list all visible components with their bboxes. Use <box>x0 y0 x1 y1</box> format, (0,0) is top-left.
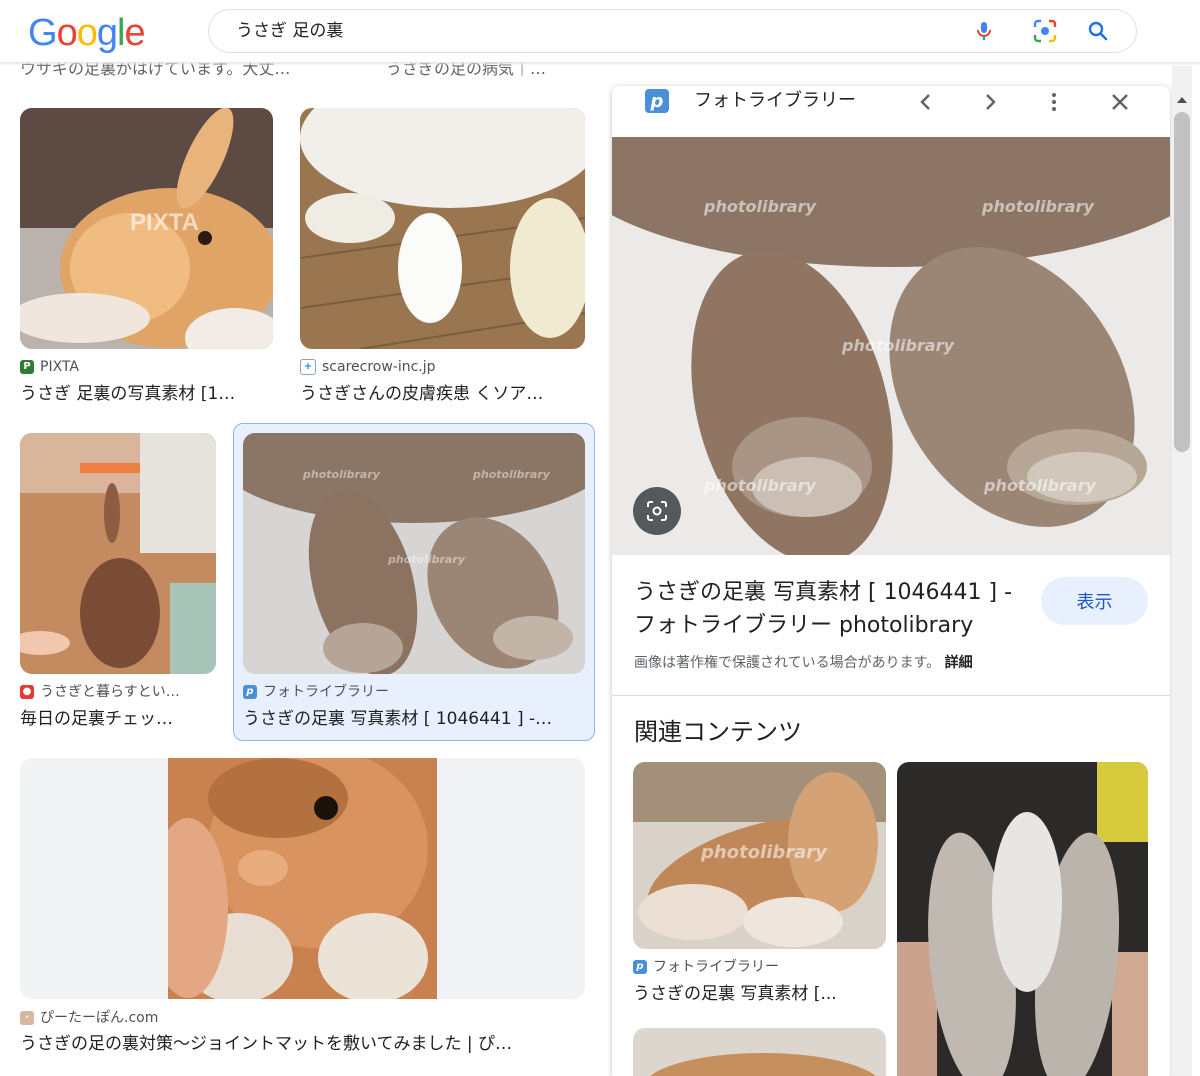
source-label: うさぎと暮らすとい… <box>40 684 180 700</box>
rabbit-photo <box>20 433 216 674</box>
related-source[interactable]: p フォトライブラリー <box>633 958 886 976</box>
watermark-text: photolibrary <box>704 476 816 495</box>
google-logo[interactable]: Google <box>28 10 146 56</box>
copyright-text: 画像は著作権で保護されている場合があります。 <box>634 655 941 671</box>
watermark-text: photolibrary <box>984 476 1096 495</box>
rabbit-photo: photolibrary photolibrary photolibrary <box>243 433 585 674</box>
result-thumbnail[interactable]: PIXTA <box>20 108 273 349</box>
source-label: フォトライブラリー <box>653 959 779 975</box>
image-preview-panel: p フォトライブラリー photolibrary photolibrary ph… <box>612 86 1170 1076</box>
scroll-up-icon[interactable] <box>1174 92 1190 108</box>
scrollbar-thumb[interactable] <box>1174 112 1190 452</box>
source-label: PIXTA <box>40 359 79 375</box>
search-icon[interactable] <box>1086 19 1110 43</box>
preview-title-line: フォトライブラリー photolibrary <box>634 613 974 638</box>
camera-lens-icon[interactable] <box>1032 18 1058 44</box>
photolibrary-favicon-icon: p <box>243 685 257 699</box>
rabbit-site-favicon-icon: ● <box>20 685 34 699</box>
rabbit-photo: PIXTA <box>20 108 273 349</box>
panel-source-label[interactable]: フォトライブラリー <box>694 89 856 113</box>
svg-text:photolibrary: photolibrary <box>302 468 381 481</box>
result-thumbnail[interactable] <box>300 108 585 349</box>
svg-text:PIXTA: PIXTA <box>130 209 199 236</box>
rabbit-photo <box>897 762 1148 1076</box>
related-thumbnail[interactable] <box>633 1028 886 1076</box>
result-thumbnail[interactable] <box>20 433 216 674</box>
photolibrary-favicon-icon: p <box>633 960 647 974</box>
logo-letter: G <box>28 12 58 54</box>
result-source[interactable]: ● うさぎと暮らすとい… <box>20 683 216 701</box>
scarecrow-favicon-icon: + <box>300 359 316 375</box>
pixta-favicon-icon: P <box>20 360 34 374</box>
mic-icon[interactable] <box>972 19 996 43</box>
search-box[interactable] <box>208 9 1137 53</box>
logo-letter: o <box>76 12 98 54</box>
result-title[interactable]: うさぎ 足裏の写真素材 [1… <box>20 382 273 406</box>
watermark-text: photolibrary <box>842 336 954 355</box>
logo-letter: e <box>124 12 145 54</box>
result-title[interactable]: うさぎの足裏 写真素材 [ 1046441 ] -… <box>243 707 585 731</box>
close-icon[interactable] <box>1108 90 1132 114</box>
related-heading: 関連コンテンツ <box>634 718 802 746</box>
logo-letter: l <box>116 12 126 54</box>
result-source[interactable]: P PIXTA <box>20 358 273 376</box>
lens-search-icon[interactable] <box>633 487 681 535</box>
watermark-text: photolibrary <box>704 197 816 216</box>
more-options-icon[interactable] <box>1042 90 1066 114</box>
svg-text:photolibrary: photolibrary <box>387 553 466 566</box>
next-icon[interactable] <box>978 90 1002 114</box>
related-thumbnail[interactable]: photolibrary <box>633 762 886 949</box>
logo-letter: g <box>96 12 118 54</box>
result-source[interactable]: · ぴーたーぽん.com <box>20 1009 585 1027</box>
details-link[interactable]: 詳細 <box>945 655 973 671</box>
panel-divider <box>612 695 1170 696</box>
result-source[interactable]: p フォトライブラリー <box>243 683 585 701</box>
header-divider <box>0 62 1200 66</box>
result-title[interactable]: 毎日の足裏チェッ… <box>20 707 216 731</box>
svg-text:photolibrary: photolibrary <box>472 468 551 481</box>
related-thumbnail[interactable] <box>897 762 1148 1076</box>
copyright-notice: 画像は著作権で保護されている場合があります。 詳細 <box>634 652 973 672</box>
search-input[interactable]: うさぎ 足の裏 <box>236 20 343 42</box>
rabbit-photo <box>633 1028 886 1076</box>
pitapon-favicon-icon: · <box>20 1011 34 1025</box>
preview-title-line: うさぎの足裏 写真素材 [ 1046441 ] - <box>634 580 1013 605</box>
result-title[interactable]: うさぎの足の裏対策〜ジョイントマットを敷いてみました | ぴ… <box>20 1032 585 1056</box>
preview-image[interactable]: photolibrary photolibrary photolibrary p… <box>612 137 1170 555</box>
previous-icon[interactable] <box>914 90 938 114</box>
watermark-text: photolibrary <box>982 197 1094 216</box>
result-title[interactable]: うさぎさんの皮膚疾患 くソア… <box>300 382 585 406</box>
rabbit-photo <box>300 108 585 349</box>
preview-title[interactable]: うさぎの足裏 写真素材 [ 1046441 ] - フォトライブラリー phot… <box>634 576 1034 642</box>
logo-letter: o <box>56 12 78 54</box>
result-thumbnail[interactable]: photolibrary photolibrary photolibrary <box>243 433 585 674</box>
result-source[interactable]: + scarecrow-inc.jp <box>300 358 585 376</box>
source-label: フォトライブラリー <box>263 684 389 700</box>
watermark-text: photolibrary <box>701 842 827 863</box>
source-label: scarecrow-inc.jp <box>322 359 436 375</box>
rabbit-photo <box>168 758 437 999</box>
view-button[interactable]: 表示 <box>1041 577 1148 625</box>
source-label: ぴーたーぽん.com <box>40 1010 159 1026</box>
panel-source-favicon-icon[interactable]: p <box>636 86 678 116</box>
result-thumbnail[interactable] <box>20 758 585 999</box>
related-title[interactable]: うさぎの足裏 写真素材 [... <box>633 982 886 1006</box>
